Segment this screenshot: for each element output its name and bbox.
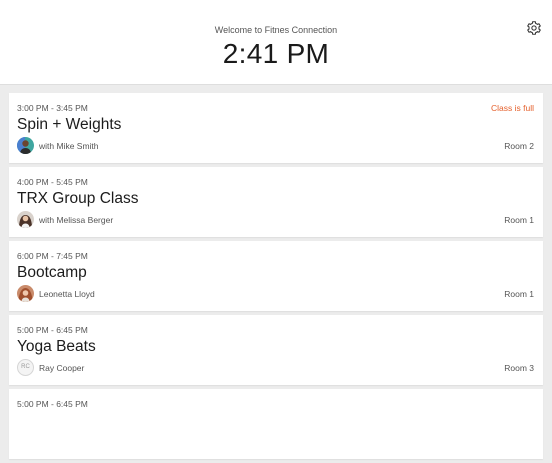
room-label: Room 2	[504, 141, 534, 151]
class-list: 3:00 PM - 3:45 PM Class is full Spin + W…	[9, 93, 543, 463]
class-card[interactable]: 4:00 PM - 5:45 PM TRX Group Class with M…	[9, 167, 543, 237]
class-title: Yoga Beats	[17, 338, 96, 355]
class-time: 3:00 PM - 3:45 PM	[17, 103, 88, 113]
room-label: Room 1	[504, 289, 534, 299]
instructor-name: Ray Cooper	[39, 363, 85, 373]
class-title: Bootcamp	[17, 264, 87, 281]
class-card[interactable]: 6:00 PM - 7:45 PM Bootcamp Leonetta Lloy…	[9, 241, 543, 311]
room-label: Room 1	[504, 215, 534, 225]
class-time: 4:00 PM - 5:45 PM	[17, 177, 88, 187]
instructor-name: with Melissa Berger	[39, 215, 114, 225]
class-time: 5:00 PM - 6:45 PM	[17, 399, 88, 409]
instructor-avatar	[17, 211, 34, 228]
instructor-avatar	[17, 285, 34, 302]
class-full-badge: Class is full	[491, 103, 534, 113]
room-label: Room 3	[504, 363, 534, 373]
class-card[interactable]: 3:00 PM - 3:45 PM Class is full Spin + W…	[9, 93, 543, 163]
instructor-avatar	[17, 137, 34, 154]
current-time: 2:41 PM	[222, 38, 330, 69]
class-card[interactable]: 5:00 PM - 6:45 PM	[9, 389, 543, 459]
class-title: Spin + Weights	[17, 116, 122, 133]
gear-icon[interactable]	[526, 20, 542, 36]
instructor-name: Leonetta Lloyd	[39, 289, 95, 299]
instructor-initials-avatar: RC	[17, 359, 34, 376]
class-time: 6:00 PM - 7:45 PM	[17, 251, 88, 261]
class-time: 5:00 PM - 6:45 PM	[17, 325, 88, 335]
welcome-message: Welcome to Fitnes Connection	[214, 25, 338, 35]
instructor-name: with Mike Smith	[39, 141, 99, 151]
class-card[interactable]: 5:00 PM - 6:45 PM Yoga Beats RC Ray Coop…	[9, 315, 543, 385]
app-header: Welcome to Fitnes Connection 2:41 PM	[0, 0, 552, 85]
class-title: TRX Group Class	[17, 190, 139, 207]
